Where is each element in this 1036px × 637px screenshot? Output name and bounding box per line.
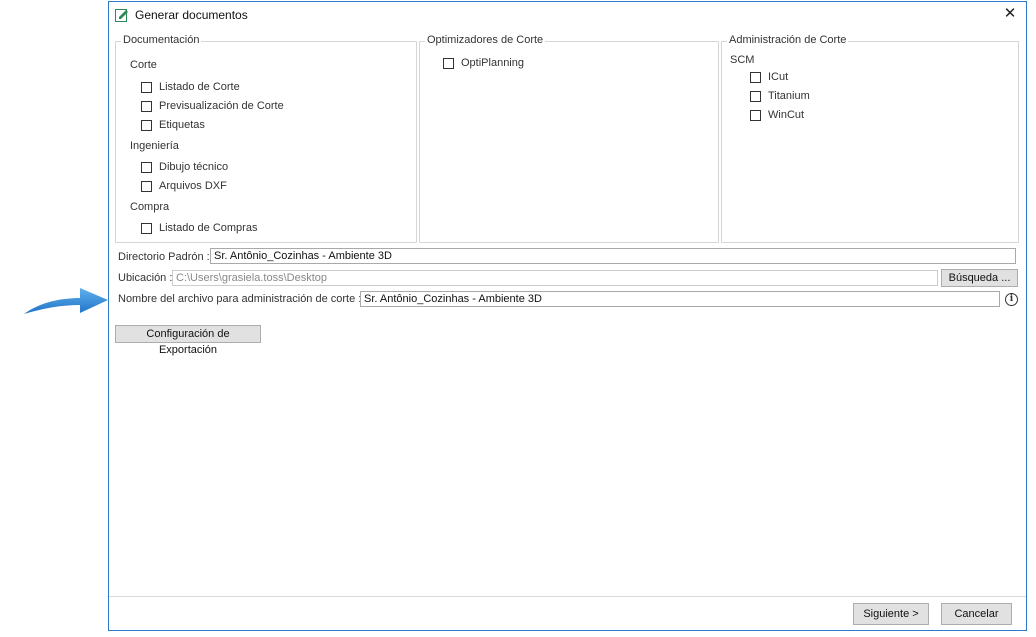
administracion-legend: Administración de Corte	[727, 34, 849, 46]
pointer-arrow-icon	[24, 288, 108, 314]
checkbox-label: Listado de Compras	[159, 222, 258, 234]
ubicacion-input[interactable]: C:\Users\grasiela.toss\Desktop	[172, 270, 938, 286]
configuracion-exportacion-button[interactable]: Configuración de Exportación	[115, 325, 261, 356]
close-button[interactable]: ✕	[1002, 5, 1018, 23]
footer-divider	[109, 596, 1026, 597]
checkbox-listado-corte[interactable]: Listado de Corte	[141, 79, 240, 95]
administracion-group: Administración de Corte SCM ICut Titaniu…	[721, 34, 1019, 243]
info-icon[interactable]: i	[1005, 293, 1018, 306]
directorio-label: Directorio Padrón :	[118, 251, 210, 263]
checkbox-box[interactable]	[141, 119, 152, 131]
compra-label: Compra	[130, 201, 170, 213]
corte-label: Corte	[130, 59, 157, 71]
nombre-archivo-label: Nombre del archivo para administración d…	[118, 293, 362, 305]
checkbox-box[interactable]	[443, 57, 454, 69]
checkbox-label: ICut	[768, 71, 789, 83]
checkbox-label: Arquivos DXF	[159, 180, 227, 192]
checkbox-box[interactable]	[750, 71, 761, 83]
checkbox-titanium[interactable]: Titanium	[750, 88, 810, 104]
nombre-archivo-input[interactable]: Sr. Antônio_Cozinhas - Ambiente 3D	[360, 291, 1000, 307]
checkbox-icut[interactable]: ICut	[750, 69, 788, 85]
documentacion-group: Documentación Corte Listado de Corte Pre…	[115, 34, 417, 243]
checkbox-optiplanning[interactable]: OptiPlanning	[443, 55, 524, 71]
checkbox-wincut[interactable]: WinCut	[750, 107, 804, 123]
ubicacion-label: Ubicación :	[118, 272, 173, 284]
directorio-input[interactable]: Sr. Antônio_Cozinhas - Ambiente 3D	[210, 248, 1016, 264]
checkbox-label: OptiPlanning	[461, 57, 524, 69]
checkbox-label: WinCut	[768, 109, 805, 121]
documentacion-legend: Documentación	[121, 34, 202, 46]
checkbox-box[interactable]	[141, 81, 152, 93]
optimizadores-group: Optimizadores de Corte OptiPlanning	[419, 34, 719, 243]
checkbox-arquivos-dxf[interactable]: Arquivos DXF	[141, 178, 227, 194]
optimizadores-legend: Optimizadores de Corte	[425, 34, 546, 46]
checkbox-label: Dibujo técnico	[159, 161, 229, 173]
checkbox-listado-compras[interactable]: Listado de Compras	[141, 220, 257, 236]
checkbox-previsualizacion-corte[interactable]: Previsualización de Corte	[141, 98, 284, 114]
checkbox-box[interactable]	[141, 161, 152, 173]
checkbox-label: Previsualización de Corte	[159, 100, 284, 112]
cancelar-button[interactable]: Cancelar	[941, 603, 1012, 625]
siguiente-button[interactable]: Siguiente >	[853, 603, 929, 625]
checkbox-dibujo-tecnico[interactable]: Dibujo técnico	[141, 159, 228, 175]
checkbox-box[interactable]	[141, 222, 152, 234]
generar-documentos-dialog: Generar documentos ✕ Documentación Corte…	[108, 1, 1027, 631]
window-title: Generar documentos	[135, 8, 248, 22]
ingenieria-label: Ingeniería	[130, 140, 179, 152]
checkbox-box[interactable]	[141, 180, 152, 192]
checkbox-label: Etiquetas	[159, 119, 205, 131]
checkbox-box[interactable]	[141, 100, 152, 112]
busqueda-button[interactable]: Búsqueda ...	[941, 269, 1018, 287]
checkbox-etiquetas[interactable]: Etiquetas	[141, 117, 205, 133]
checkbox-box[interactable]	[750, 90, 761, 102]
checkbox-label: Titanium	[768, 90, 810, 102]
checkbox-box[interactable]	[750, 109, 761, 121]
checkbox-label: Listado de Corte	[159, 81, 240, 93]
title-bar: Generar documentos ✕	[109, 2, 1026, 28]
document-edit-icon	[115, 9, 128, 22]
scm-label: SCM	[730, 54, 755, 66]
